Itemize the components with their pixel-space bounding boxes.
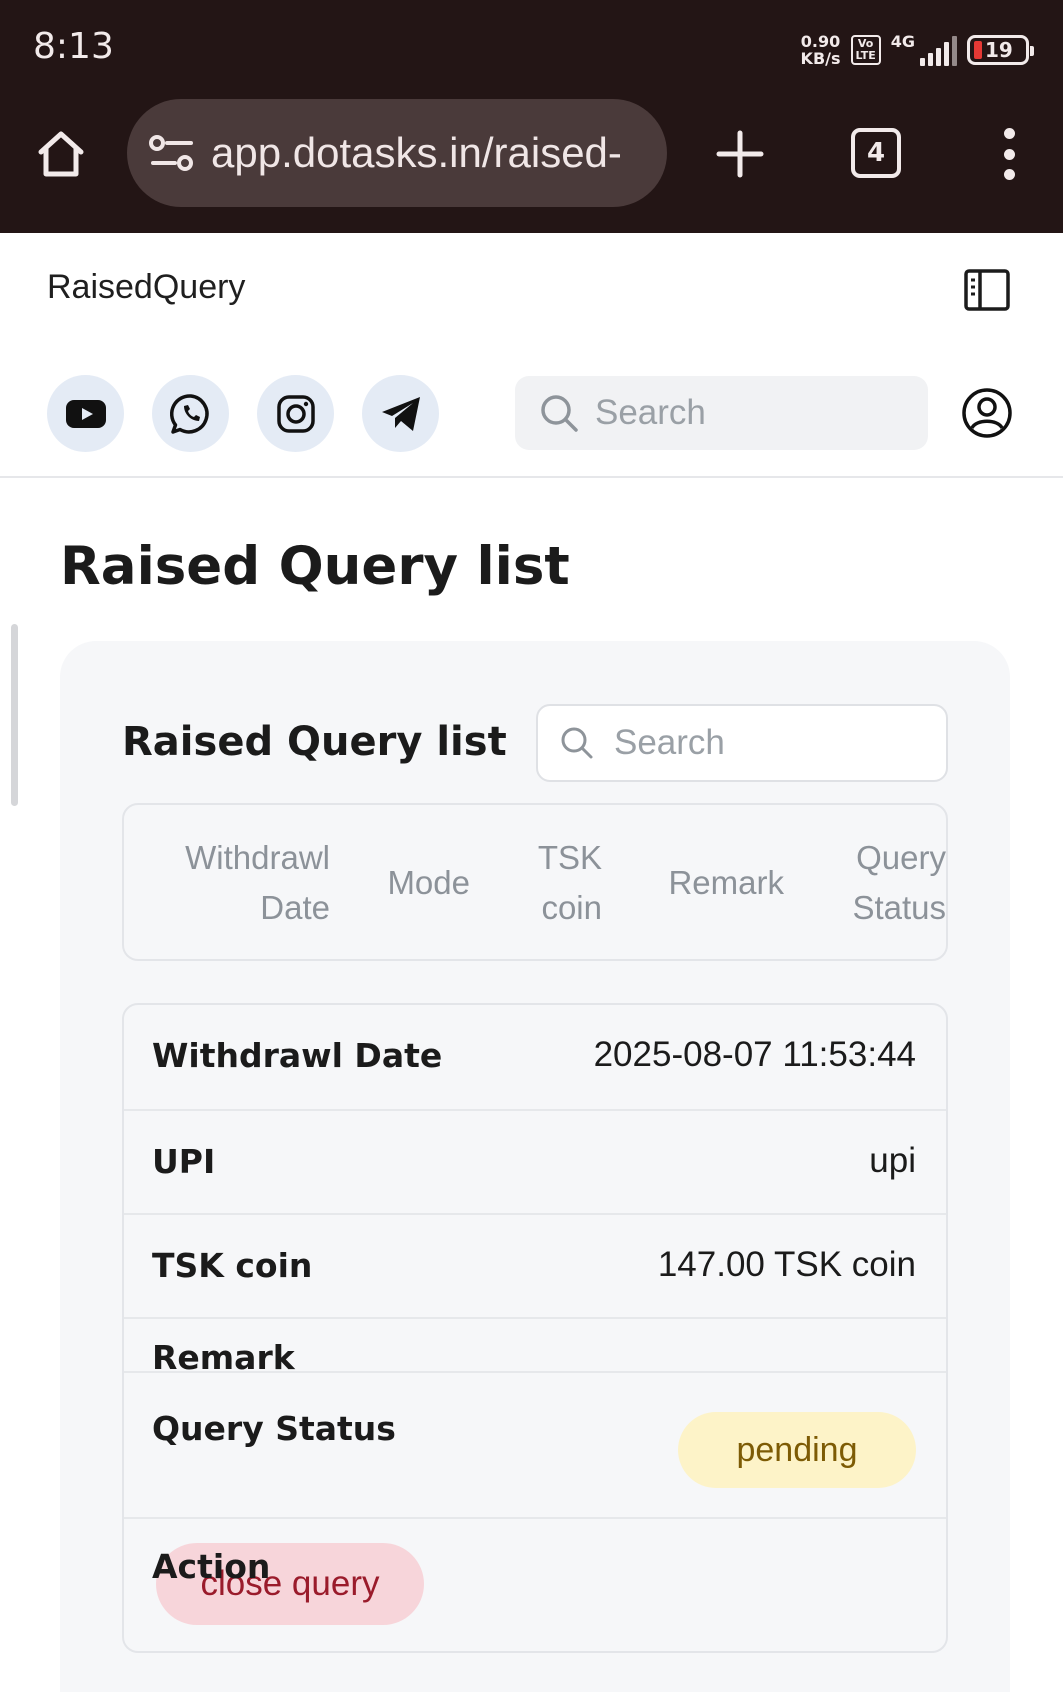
signal-icon: 4G: [891, 34, 957, 66]
row-query-status: Query Status pending: [124, 1371, 946, 1517]
tab-switcher-icon[interactable]: 4: [851, 128, 901, 178]
url-text[interactable]: app.dotasks.in/raised-: [211, 129, 622, 177]
social-links: [47, 375, 439, 452]
row-tsk-coin: TSK coin 147.00 TSK coin: [124, 1213, 946, 1317]
address-bar[interactable]: app.dotasks.in/raised-: [127, 99, 667, 207]
home-button[interactable]: [30, 124, 92, 184]
profile-icon[interactable]: [961, 387, 1013, 439]
youtube-icon: [65, 399, 106, 428]
plus-icon: [716, 130, 764, 178]
app-title: RaisedQuery: [47, 268, 246, 306]
home-icon: [38, 131, 84, 177]
status-badge: pending: [678, 1412, 916, 1488]
battery-level: 19: [985, 38, 1013, 62]
global-search-input[interactable]: [595, 393, 915, 433]
column-mode[interactable]: Mode: [387, 858, 470, 908]
sidebar-toggle-icon[interactable]: [963, 268, 1011, 312]
raised-query-card: Raised Query list Withdrawl Date Mode TS…: [60, 641, 1010, 1692]
telegram-button[interactable]: [362, 375, 439, 452]
status-icons: 0.90 KB/s Vo LTE 4G 19: [800, 30, 1034, 70]
tab-count: 4: [866, 138, 886, 168]
youtube-button[interactable]: [47, 375, 124, 452]
row-remark: Remark: [124, 1317, 946, 1377]
status-time: 8:13: [33, 26, 114, 67]
volte-icon: Vo LTE: [850, 35, 881, 65]
whatsapp-button[interactable]: [152, 375, 229, 452]
column-remark[interactable]: Remark: [668, 858, 784, 908]
table-search-input[interactable]: [614, 723, 944, 763]
scrollbar-thumb[interactable]: [11, 624, 18, 806]
search-icon: [541, 395, 578, 432]
battery-icon: 19: [967, 35, 1034, 65]
telegram-icon: [381, 396, 420, 431]
page-title: Raised Query list: [60, 536, 570, 597]
row-withdrawl-date: Withdrawl Date 2025-08-07 11:53:44: [152, 1035, 916, 1075]
tsk-coin-value: 147.00 TSK coin: [657, 1245, 916, 1284]
card-title: Raised Query list: [122, 719, 507, 765]
row-mode: UPI upi: [124, 1109, 946, 1213]
browser-chrome: 8:13 0.90 KB/s Vo LTE 4G 19 app.dotasks.…: [0, 0, 1063, 233]
new-tab-button[interactable]: [712, 124, 768, 184]
column-withdrawl-date[interactable]: Withdrawl Date: [185, 833, 330, 933]
column-tsk-coin[interactable]: TSK coin: [538, 833, 602, 933]
query-record: Withdrawl Date 2025-08-07 11:53:44 UPI u…: [122, 1003, 948, 1653]
instagram-button[interactable]: [257, 375, 334, 452]
table-header: Withdrawl Date Mode TSK coin Remark Quer…: [122, 803, 948, 961]
mode-value: upi: [869, 1141, 916, 1180]
instagram-icon: [276, 394, 315, 433]
search-icon: [561, 727, 593, 759]
kebab-menu-icon[interactable]: [994, 128, 1024, 180]
global-search[interactable]: [515, 376, 928, 450]
column-query-status[interactable]: Query Status: [852, 833, 946, 933]
whatsapp-icon: [169, 393, 209, 434]
header-divider: [0, 476, 1063, 478]
withdrawl-date-value: 2025-08-07 11:53:44: [593, 1035, 916, 1074]
battery-fill: [974, 41, 982, 59]
action-label: Action: [152, 1547, 271, 1586]
network-speed: 0.90 KB/s: [800, 32, 841, 68]
table-search[interactable]: [536, 704, 948, 782]
row-action: close query Action: [124, 1517, 946, 1651]
site-settings-icon[interactable]: [149, 133, 195, 173]
